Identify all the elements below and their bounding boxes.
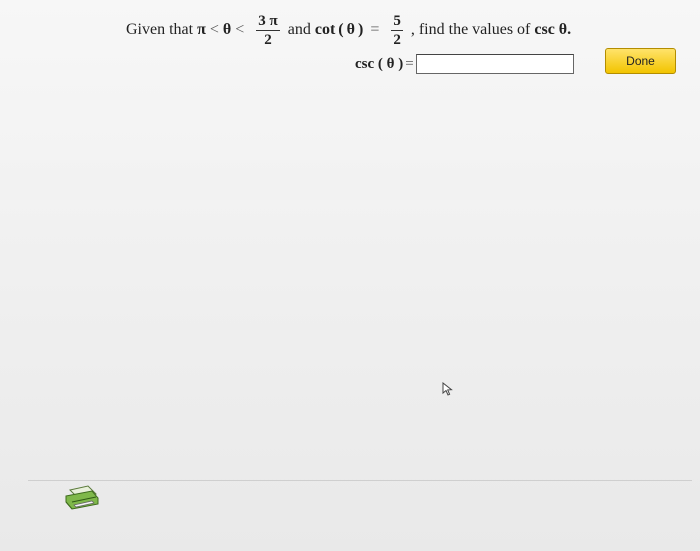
answer-row: csc ( θ ) = [355,52,574,76]
less-than-symbol: < [209,21,219,38]
paren-open: ( [338,21,344,38]
done-button[interactable]: Done [605,48,676,74]
given-label: Given that [126,21,194,38]
cot-label: cot [314,21,336,38]
fraction-five-over-two: 5 2 [391,13,403,48]
less-than-symbol: < [235,21,245,38]
bottom-divider [28,480,692,481]
find-label: find the values of [418,21,531,38]
fraction-denominator: 2 [264,31,272,48]
paren-close: ) [357,21,364,38]
comma: , [410,21,415,38]
fraction-numerator: 3 π [256,12,280,31]
csc-theta-label: csc θ. [534,21,572,38]
pi-symbol: π [197,21,206,38]
theta-symbol: θ [222,21,232,38]
answer-label: csc ( θ ) [355,55,404,72]
printer-icon[interactable] [62,484,100,512]
csc-answer-input[interactable] [415,54,574,74]
fraction-denominator: 2 [393,31,401,48]
mouse-pointer-icon [442,382,453,396]
fraction-three-pi-over-two: 3 π 2 [256,12,280,48]
question-statement: Given that π < θ < 3 π 2 and cot ( θ ) =… [126,10,571,50]
equals-symbol: = [370,21,380,38]
answer-equals: = [405,55,414,72]
theta-symbol: θ [346,21,355,38]
fraction-numerator: 5 [391,12,403,31]
and-label: and [287,21,311,38]
